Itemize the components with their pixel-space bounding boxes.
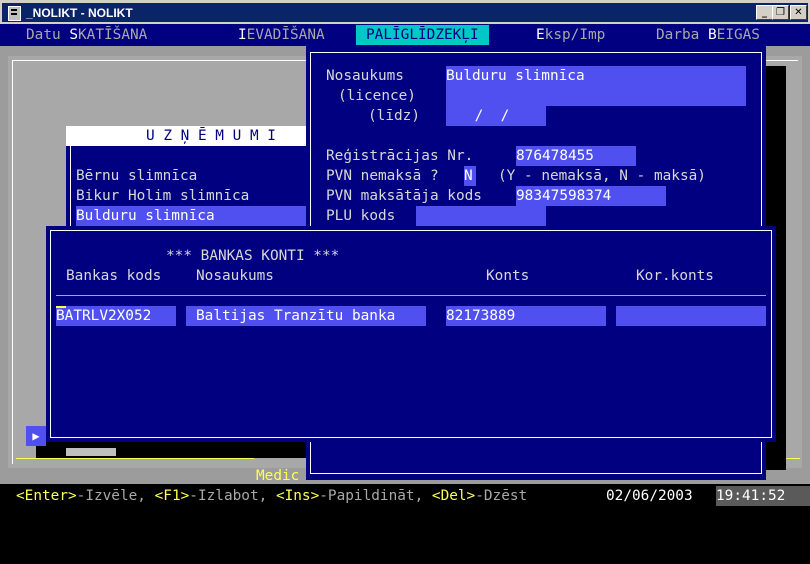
bank-accounts-window: *** BANKAS KONTI *** Bankas kods Nosauku… [46, 226, 776, 442]
bank-name-cell[interactable]: Baltijas Tranzītu banka [186, 306, 426, 326]
plu-field[interactable] [416, 206, 546, 226]
cor-account-cell[interactable] [616, 306, 766, 326]
restore-icon[interactable]: ❐ [772, 5, 789, 20]
scroll-marker [66, 448, 116, 456]
list-item[interactable]: Bērnu slimnīca [76, 166, 306, 186]
ins-key: <Ins> [275, 488, 320, 504]
licence-label: (licence) [338, 88, 416, 104]
until-label: (līdz) [368, 108, 420, 124]
account-cell[interactable]: 82173889 [446, 306, 606, 326]
companies-title-bar: U Z Ņ Ē M U M I [66, 126, 306, 146]
column-header-bank-code: Bankas kods [66, 268, 162, 284]
companies-title: U Z Ņ Ē M U M I [146, 128, 276, 144]
minimize-icon[interactable]: _ [756, 5, 773, 20]
list-item[interactable]: Bikur Holim slimnīca [76, 186, 306, 206]
bank-frame [50, 230, 772, 438]
reg-number-field[interactable]: 876478455 [516, 146, 636, 166]
close-icon[interactable]: ✕ [790, 5, 807, 20]
list-item-selected[interactable]: Bulduru slimnīca [76, 206, 308, 226]
titlebar-background: _NOLIKT - NOLIKT _ ❐ ✕ [2, 3, 808, 22]
column-header-name: Nosaukums [196, 268, 274, 284]
menu-item-ievadisana[interactable]: IEVADĪŠANA [238, 25, 325, 45]
enter-key: <Enter> [16, 488, 77, 504]
status-bar: <Enter>-Izvēle, <F1>-Izlabot, <Ins>-Papi… [0, 484, 810, 508]
footer-partial-text: Medic [256, 468, 300, 484]
companies-list: Bērnu slimnīca Bikur Holim slimnīca Buld… [66, 146, 312, 230]
play-arrow-icon[interactable]: ▶ [26, 426, 46, 446]
vat-exempt-label: PVN nemaksā ? [326, 168, 439, 184]
name-label: Nosaukums [326, 68, 404, 84]
menu-item-skatisana[interactable]: Datu SKATĪŠANA [26, 25, 147, 45]
window-title: _NOLIKT - NOLIKT [26, 6, 133, 20]
bottom-area [0, 508, 810, 531]
menu-item-darba-beigas[interactable]: Darba BEIGAS [656, 25, 760, 45]
header-divider [56, 295, 766, 296]
bank-title: *** BANKAS KONTI *** [166, 248, 340, 264]
column-header-cor-account: Kor.konts [636, 268, 714, 284]
menu-bar: Datu SKATĪŠANA IEVADĪŠANA PALĪGLĪDZEKĻI … [0, 24, 810, 46]
reg-label: Reģistrācijas Nr. [326, 148, 474, 164]
app-icon[interactable] [8, 6, 21, 21]
until-date-field[interactable]: / / [446, 106, 546, 126]
f1-key: <F1> [154, 488, 190, 504]
name-field[interactable]: Bulduru slimnīca [446, 66, 746, 106]
status-date: 02/06/2003 [606, 486, 716, 506]
vat-exempt-hint: (Y - nemaksā, N - maksā) [498, 168, 706, 184]
del-key: <Del> [431, 488, 476, 504]
cursor-marker [56, 306, 66, 308]
menu-item-eksp-imp[interactable]: Eksp/Imp [536, 25, 605, 45]
status-hints: <Enter>-Izvēle, <F1>-Izlabot, <Ins>-Papi… [16, 488, 528, 504]
window-titlebar[interactable]: _NOLIKT - NOLIKT _ ❐ ✕ [0, 0, 810, 24]
menu-item-paligliizdekli[interactable]: PALĪGLĪDZEKĻI [356, 25, 489, 45]
companies-border [70, 146, 71, 230]
vat-code-field[interactable]: 98347598374 [516, 186, 666, 206]
bank-code-cell[interactable]: BATRLV2X052 [56, 306, 176, 326]
workspace-border-left [12, 60, 13, 464]
plu-label: PLU kods [326, 208, 396, 224]
vat-exempt-field[interactable]: N [464, 166, 476, 186]
status-time: 19:41:52 [716, 486, 810, 506]
column-header-account: Konts [486, 268, 530, 284]
vat-code-label: PVN maksātāja kods [326, 188, 482, 204]
